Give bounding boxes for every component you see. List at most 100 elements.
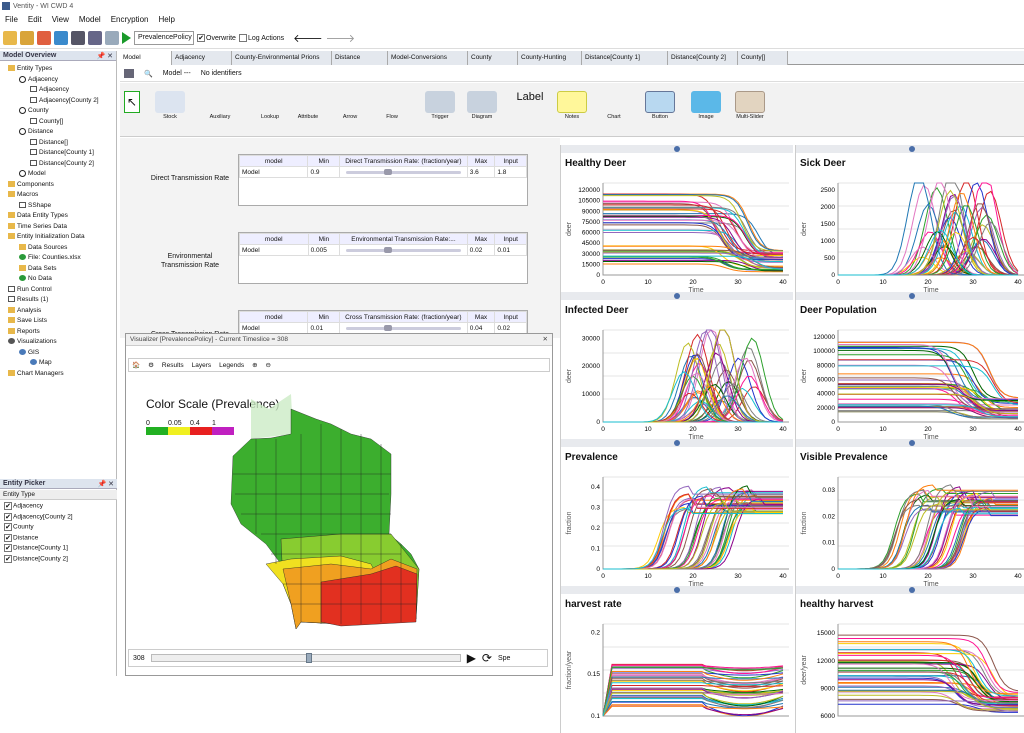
param-input[interactable]: 0.01: [494, 244, 527, 256]
menu-help[interactable]: Help: [158, 15, 174, 25]
tree-item[interactable]: Chart Managers: [8, 370, 64, 377]
tree-item[interactable]: County: [19, 107, 49, 114]
palette-label[interactable]: Label: [510, 91, 550, 114]
tab-7[interactable]: Distance[County 1]: [582, 51, 668, 65]
picker-item[interactable]: ✔ County: [4, 523, 34, 531]
zoom-icon[interactable]: 🔍: [144, 70, 153, 78]
picker-item[interactable]: ✔ Adjacency: [4, 502, 43, 510]
chart-healthy-harvest[interactable]: healthy harvest 6000 9000 12000 15000 deer/ye…: [795, 586, 1024, 733]
picker-item[interactable]: ✔ Adjacency[County 2]: [4, 512, 73, 521]
gear-icon[interactable]: ⚙: [148, 361, 154, 369]
tab-1[interactable]: Adjacency: [172, 51, 232, 65]
tree-item[interactable]: Adjacency: [19, 75, 58, 83]
picker-check-icon[interactable]: ✔: [4, 533, 12, 542]
tree-item[interactable]: Time Series Data: [8, 223, 67, 230]
chart-infected-deer[interactable]: Infected Deer 0 10000 20000 30000 0 10 20 30 40 Ti…: [560, 292, 793, 439]
tab-6[interactable]: County-Hunting: [518, 51, 582, 65]
palette-diagram[interactable]: Diagram: [462, 91, 502, 120]
tree-item[interactable]: Reports: [8, 328, 40, 335]
tree-item[interactable]: SShape: [19, 202, 51, 209]
tab-0[interactable]: Model: [120, 51, 172, 65]
param-slider[interactable]: [346, 246, 461, 253]
tree-item[interactable]: Entity Types: [8, 65, 52, 72]
visualizer-menu-legends[interactable]: Legends: [219, 362, 244, 369]
chart-prevalence[interactable]: Prevalence 0 0.1 0.2 0.3 0.4 0 10 20 30 40 Time frac…: [560, 439, 793, 586]
palette-button[interactable]: Button: [640, 91, 680, 120]
tree-item[interactable]: Data Sources: [19, 244, 67, 251]
tree-item[interactable]: GIS: [19, 349, 39, 356]
zoom-in-icon[interactable]: ⊕: [252, 361, 257, 369]
tree-item[interactable]: Components: [8, 181, 54, 188]
palette-chart[interactable]: Chart: [594, 91, 634, 120]
picker-check-icon[interactable]: ✔: [4, 512, 12, 521]
palette-auxiliary[interactable]: Auxiliary: [200, 91, 240, 120]
tree-item[interactable]: County[]: [30, 118, 63, 125]
tree-item[interactable]: Distance[County 1]: [30, 149, 94, 156]
menu-encryption[interactable]: Encryption: [111, 15, 149, 25]
overwrite-checkbox[interactable]: ✔ Overwrite: [197, 33, 236, 42]
picker-item[interactable]: ✔ Distance[County 1]: [4, 544, 68, 552]
tree-item[interactable]: Analysis: [8, 307, 41, 314]
param-input[interactable]: 1.8: [494, 166, 527, 178]
chart-visible-prevalence[interactable]: Visible Prevalence 0 0.01 0.02 0.03 0 10 20 30 40…: [795, 439, 1024, 586]
grid-icon[interactable]: [124, 69, 134, 78]
run-icon[interactable]: [122, 31, 131, 44]
menu-model[interactable]: Model: [79, 15, 101, 25]
tree-item[interactable]: Adjacency: [30, 86, 69, 93]
chart-healthy-deer[interactable]: Healthy Deer 0 30000 60000 90000 120000 15000 4…: [560, 145, 793, 292]
print-icon[interactable]: [71, 30, 85, 45]
visualizer-menu-results[interactable]: Results: [162, 362, 184, 369]
tree-item[interactable]: Data Sets: [19, 265, 57, 272]
palette-notes[interactable]: Notes: [552, 91, 592, 120]
tree-item[interactable]: Distance[County 2]: [30, 160, 94, 167]
param-slider[interactable]: [345, 168, 461, 175]
param-slider-thumb[interactable]: [383, 168, 392, 175]
home-icon[interactable]: 🏠: [132, 361, 140, 369]
tree-item[interactable]: Entity Initialization Data: [8, 233, 85, 240]
tree-item[interactable]: Macros: [8, 191, 38, 198]
palette-stock[interactable]: Stock: [150, 91, 190, 120]
close-model-icon[interactable]: [37, 30, 51, 45]
param-slider-thumb[interactable]: [383, 324, 392, 331]
palette-image[interactable]: Image: [686, 91, 726, 120]
picker-check-icon[interactable]: ✔: [4, 544, 12, 552]
picker-check-icon[interactable]: ✔: [4, 554, 12, 563]
param-slider[interactable]: [345, 324, 461, 331]
tab-2[interactable]: County-Environmental Prions: [232, 51, 332, 65]
forward-arrow-icon[interactable]: 🡒: [326, 31, 356, 45]
tree-item[interactable]: Distance[]: [30, 139, 68, 146]
visualizer-menu-layers[interactable]: Layers: [192, 362, 212, 369]
tab-9[interactable]: County[]: [738, 51, 788, 65]
tree-item[interactable]: Adjacency[County 2]: [30, 97, 99, 104]
palette-lookup[interactable]: Lookup: [250, 91, 290, 120]
save-icon[interactable]: [54, 30, 68, 45]
network-icon[interactable]: [88, 30, 102, 45]
tree-item[interactable]: No Data: [19, 275, 52, 282]
picker-pin-icon[interactable]: 📌 ✕: [97, 480, 114, 488]
log-actions-checkbox[interactable]: Log Actions: [238, 33, 284, 42]
pane-pin-icon[interactable]: 📌 ✕: [96, 52, 113, 60]
open-icon[interactable]: [20, 30, 34, 45]
settings-icon[interactable]: [105, 30, 119, 45]
pointer-tool-icon[interactable]: ↖: [124, 91, 140, 113]
wisconsin-prevalence-map[interactable]: [221, 394, 431, 634]
chart-sick-deer[interactable]: Sick Deer 0 500 1000 1500 2000 2500 0 10 20 30 40 Ti…: [795, 145, 1024, 292]
zoom-out-icon[interactable]: ⊖: [266, 361, 271, 369]
picker-item[interactable]: ✔ Distance[County 2]: [4, 554, 68, 563]
palette-arrow[interactable]: Arrow: [330, 91, 370, 120]
tree-item[interactable]: Model: [19, 170, 46, 177]
tree-item[interactable]: Save Lists: [8, 317, 47, 324]
param-input[interactable]: 0.02: [494, 322, 527, 334]
tree-item[interactable]: Data Entity Types: [8, 212, 68, 219]
new-folder-icon[interactable]: [3, 30, 17, 45]
tab-8[interactable]: Distance[County 2]: [668, 51, 738, 65]
palette-flow[interactable]: Flow: [372, 91, 412, 120]
close-icon[interactable]: ✕: [543, 335, 548, 343]
tree-item[interactable]: Results (1): [8, 296, 48, 303]
menu-view[interactable]: View: [52, 15, 69, 25]
tab-4[interactable]: Model-Conversions: [388, 51, 468, 65]
palette-multi-slider[interactable]: Multi-Slider: [730, 91, 770, 120]
tree-item[interactable]: File: Counties.xlsx: [19, 254, 81, 261]
picker-item[interactable]: ✔ Distance: [4, 533, 38, 542]
chart-deer-population[interactable]: Deer Population 0 20000 40000 60000 80000 1000…: [795, 292, 1024, 439]
